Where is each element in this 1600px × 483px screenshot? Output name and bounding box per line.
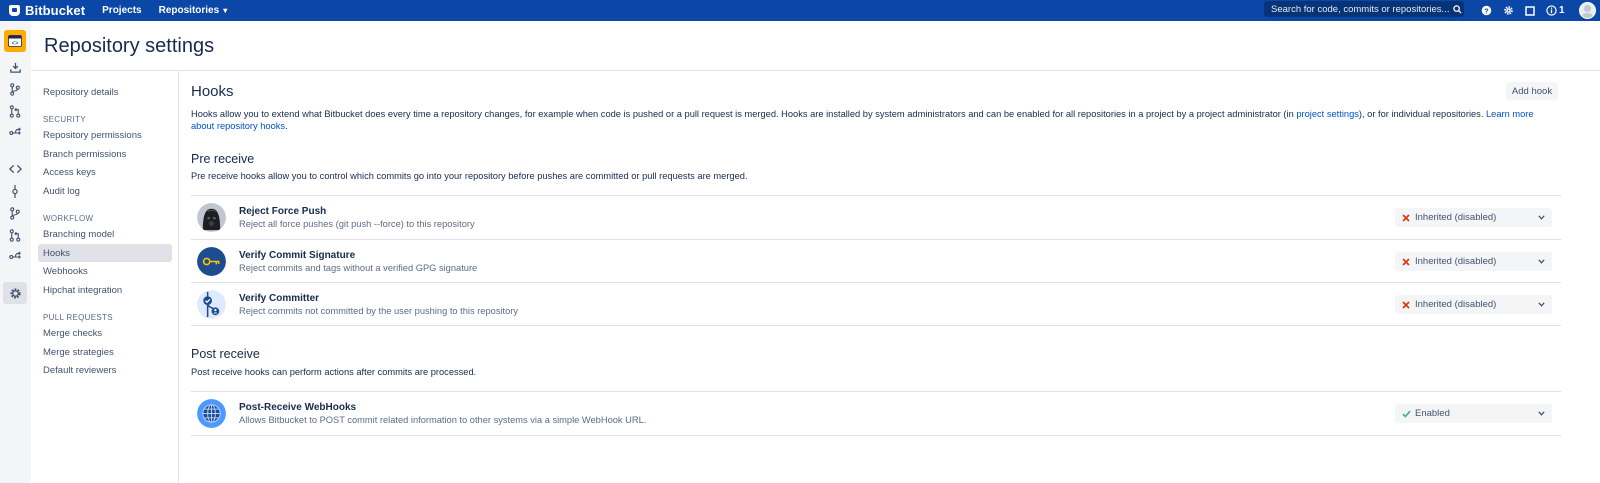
nav-repository-details[interactable]: Repository details	[43, 87, 119, 98]
settings-navigation: Repository details SECURITY Repository p…	[31, 71, 179, 483]
hook-status-label: Inherited (disabled)	[1415, 299, 1497, 310]
nav-access-keys[interactable]: Access keys	[43, 167, 96, 178]
hooks-title: Hooks	[191, 83, 234, 100]
search-input[interactable]: Search for code, commits or repositories…	[1264, 1, 1464, 17]
bitbucket-logo[interactable]: Bitbucket	[9, 3, 85, 18]
search-icon	[1450, 4, 1464, 14]
nav-audit-log[interactable]: Audit log	[43, 186, 80, 197]
nav-branch-permissions[interactable]: Branch permissions	[43, 149, 126, 160]
divider	[191, 325, 1561, 326]
globe-icon	[197, 399, 226, 428]
settings-icon[interactable]	[1500, 3, 1516, 19]
cross-icon	[1401, 213, 1411, 223]
info-icon	[1546, 5, 1557, 16]
notifications-count: 1	[1559, 5, 1565, 16]
forks-icon[interactable]	[5, 247, 25, 267]
hook-row-verify-committer: Verify Committer Reject commits not comm…	[191, 283, 1561, 326]
hook-description: Reject all force pushes (git push --forc…	[239, 219, 475, 229]
commits-icon[interactable]	[5, 181, 25, 201]
nav-hipchat-integration[interactable]: Hipchat integration	[43, 285, 122, 296]
nav-heading-pull-requests: PULL REQUESTS	[43, 313, 113, 322]
project-settings-link[interactable]: project settings	[1296, 109, 1359, 119]
repository-icon[interactable]: <>	[4, 30, 26, 52]
create-branch-icon[interactable]	[5, 79, 25, 99]
hooks-description-text-2: ), or for individual repositories.	[1358, 109, 1487, 119]
hooks-description-end: .	[285, 121, 288, 131]
create-fork-icon[interactable]	[5, 123, 25, 143]
hook-row-verify-commit-signature: Verify Commit Signature Reject commits a…	[191, 240, 1561, 283]
hook-row-post-receive-webhooks: Post-Receive WebHooks Allows Bitbucket t…	[191, 392, 1561, 435]
brand-name: Bitbucket	[25, 3, 86, 18]
page-title: Repository settings	[44, 35, 215, 57]
avatar[interactable]	[1578, 2, 1596, 19]
hook-status-dropdown[interactable]: Inherited (disabled)	[1395, 208, 1552, 227]
create-pull-request-icon[interactable]	[5, 101, 25, 121]
hook-description: Reject commits not committed by the user…	[239, 306, 519, 316]
pre-receive-title: Pre receive	[191, 152, 255, 166]
add-hook-button[interactable]: Add hook	[1506, 82, 1558, 100]
notifications-button[interactable]: 1	[1546, 5, 1565, 16]
nav-merge-strategies[interactable]: Merge strategies	[43, 347, 114, 358]
cross-icon	[1401, 257, 1411, 267]
search-placeholder: Search for code, commits or repositories…	[1271, 3, 1450, 15]
hook-name: Reject Force Push	[239, 206, 327, 217]
chevron-down-icon	[1536, 215, 1546, 220]
nav-repository-permissions[interactable]: Repository permissions	[43, 130, 142, 141]
chevron-down-icon	[1536, 302, 1546, 307]
hook-name: Post-Receive WebHooks	[239, 402, 357, 413]
chevron-down-icon	[1536, 259, 1546, 264]
hook-status-dropdown[interactable]: Enabled	[1395, 404, 1552, 423]
hook-status-dropdown[interactable]: Inherited (disabled)	[1395, 252, 1552, 271]
nav-merge-checks[interactable]: Merge checks	[43, 328, 102, 339]
tasks-icon[interactable]	[1522, 3, 1538, 19]
repository-sidebar: <>	[0, 21, 31, 483]
hook-description: Reject commits and tags without a verifi…	[239, 263, 478, 273]
divider	[191, 435, 1561, 436]
nav-webhooks[interactable]: Webhooks	[43, 266, 88, 277]
hooks-description: Hooks allow you to extend what Bitbucket…	[191, 108, 1551, 132]
projects-link-label: Projects	[102, 5, 142, 16]
clone-icon[interactable]	[5, 57, 25, 77]
nav-heading-workflow: WORKFLOW	[43, 214, 94, 223]
projects-link[interactable]: Projects	[102, 5, 141, 16]
hook-name: Verify Committer	[239, 293, 320, 304]
chevron-down-icon	[1536, 411, 1546, 416]
chevron-down-icon: ▾	[223, 6, 228, 15]
post-receive-title: Post receive	[191, 347, 260, 361]
header-divider	[31, 70, 1600, 71]
branches-icon[interactable]	[5, 203, 25, 223]
darth-vader-icon	[197, 203, 226, 232]
nav-hooks[interactable]: Hooks	[43, 248, 70, 259]
hook-status-label: Inherited (disabled)	[1415, 212, 1497, 223]
svg-text:<>: <>	[11, 41, 19, 47]
hook-row-reject-force-push: Reject Force Push Reject all force pushe…	[191, 196, 1561, 239]
repositories-menu[interactable]: Repositories ▾	[159, 5, 228, 16]
hooks-description-text-1: Hooks allow you to extend what Bitbucket…	[191, 109, 1297, 119]
nav-default-reviewers[interactable]: Default reviewers	[43, 365, 116, 376]
nav-heading-security: SECURITY	[43, 115, 86, 124]
pull-requests-icon[interactable]	[5, 225, 25, 245]
hook-status-label: Inherited (disabled)	[1415, 256, 1497, 267]
hook-status-dropdown[interactable]: Inherited (disabled)	[1395, 295, 1552, 314]
source-icon[interactable]	[5, 159, 25, 179]
top-navigation-bar: Bitbucket Projects Repositories ▾ Search …	[0, 0, 1600, 21]
verify-committer-icon	[197, 290, 226, 319]
check-icon	[1401, 409, 1411, 419]
cross-icon	[1401, 300, 1411, 310]
repositories-menu-label: Repositories	[158, 5, 220, 16]
key-icon	[197, 247, 226, 276]
svg-text:?: ?	[1484, 6, 1489, 15]
nav-branching-model[interactable]: Branching model	[43, 229, 114, 240]
hook-description: Allows Bitbucket to POST commit related …	[239, 415, 647, 425]
hook-status-label: Enabled	[1415, 408, 1450, 419]
bitbucket-logo-icon	[9, 5, 20, 16]
hook-name: Verify Commit Signature	[239, 250, 356, 261]
repository-settings-icon[interactable]	[3, 282, 27, 304]
help-icon[interactable]: ?	[1478, 3, 1494, 19]
post-receive-description: Post receive hooks can perform actions a…	[191, 367, 477, 377]
pre-receive-description: Pre receive hooks allow you to control w…	[191, 171, 748, 181]
